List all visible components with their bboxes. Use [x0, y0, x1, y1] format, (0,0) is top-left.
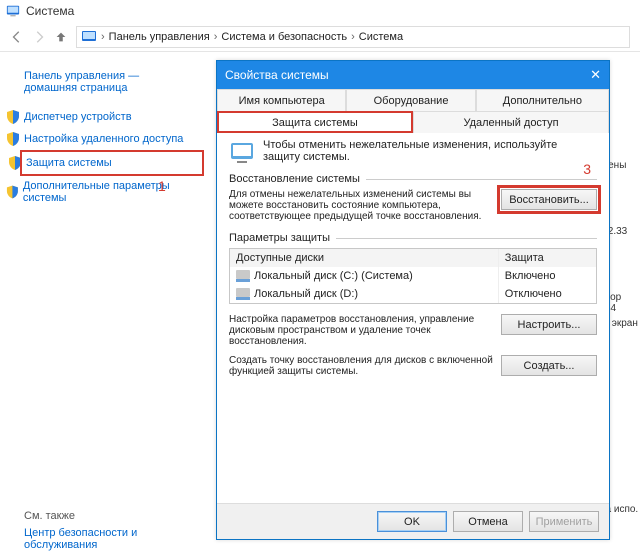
ok-button[interactable]: OK	[377, 511, 447, 532]
dialog-title: Свойства системы	[225, 68, 329, 82]
forward-button[interactable]	[28, 26, 50, 48]
table-header-protection: Защита	[499, 249, 596, 267]
shield-icon	[6, 185, 19, 199]
shield-icon	[8, 156, 22, 170]
see-also-heading: См. также	[24, 510, 75, 522]
up-button[interactable]	[50, 26, 72, 48]
shield-icon	[6, 110, 20, 124]
shield-icon	[6, 132, 20, 146]
intro-text: Чтобы отменить нежелательные изменения, …	[263, 139, 597, 165]
table-row[interactable]: Локальный диск (D:) Отключено	[230, 285, 596, 303]
sidebar-item-system-protection[interactable]: Защита системы	[24, 154, 200, 172]
nav-bar: › Панель управления › Система и безопасн…	[0, 22, 640, 52]
window-title: Система	[26, 4, 74, 18]
group-params-title: Параметры защиты	[229, 232, 336, 244]
chevron-right-icon: ›	[101, 31, 105, 43]
protection-icon	[229, 139, 255, 165]
configure-text: Настройка параметров восстановления, упр…	[229, 314, 493, 347]
apply-button[interactable]: Применить	[529, 511, 599, 532]
annotation-3: 3	[583, 161, 591, 177]
sidebar-item-remote[interactable]: Настройка удаленного доступа	[24, 132, 200, 146]
cancel-button[interactable]: Отмена	[453, 511, 523, 532]
sidebar-item-advanced[interactable]: Дополнительные параметры системы	[24, 180, 200, 204]
configure-button[interactable]: Настроить...	[501, 314, 597, 335]
breadcrumb-seg[interactable]: Панель управления	[109, 31, 210, 43]
tab-hardware[interactable]: Оборудование	[346, 89, 475, 111]
breadcrumb-seg[interactable]: Система	[359, 31, 403, 43]
back-button[interactable]	[6, 26, 28, 48]
disk-icon	[236, 270, 250, 282]
disk-icon	[236, 288, 250, 300]
table-row[interactable]: Локальный диск (C:) (Система) Включено	[230, 267, 596, 285]
sidebar-item-label: Дополнительные параметры системы	[23, 180, 200, 204]
sidebar-item-device-manager[interactable]: Диспетчер устройств	[24, 110, 200, 124]
disk-state: Включено	[499, 267, 596, 285]
disk-name: Локальный диск (D:)	[254, 288, 358, 300]
tab-strip: Имя компьютера Оборудование Дополнительн…	[217, 89, 609, 133]
system-icon	[6, 4, 20, 18]
create-text: Создать точку восстановления для дисков …	[229, 355, 493, 377]
tab-remote[interactable]: Удаленный доступ	[413, 111, 609, 133]
sidebar-item-label: Настройка удаленного доступа	[24, 133, 183, 145]
tab-system-protection[interactable]: Защита системы	[217, 111, 413, 133]
tab-computer-name[interactable]: Имя компьютера	[217, 89, 346, 111]
dialog-footer: OK Отмена Применить	[217, 503, 609, 539]
group-restore: Восстановление системы	[229, 173, 597, 185]
chevron-right-icon: ›	[214, 31, 218, 43]
disk-name: Локальный диск (C:) (Система)	[254, 270, 413, 282]
breadcrumb[interactable]: › Панель управления › Система и безопасн…	[76, 26, 630, 48]
group-restore-title: Восстановление системы	[229, 173, 366, 185]
dialog-titlebar[interactable]: Свойства системы ✕	[217, 61, 609, 89]
tab-advanced[interactable]: Дополнительно	[476, 89, 609, 111]
sidebar-home-link[interactable]: Панель управления — домашняя страница	[24, 70, 200, 94]
system-icon	[81, 30, 97, 44]
chevron-right-icon: ›	[351, 31, 355, 43]
annotation-1: 1	[158, 178, 166, 194]
close-icon[interactable]: ✕	[590, 67, 601, 83]
window-titlebar: Система	[0, 0, 640, 22]
sidebar-item-label: Защита системы	[26, 157, 112, 169]
disk-state: Отключено	[499, 285, 596, 303]
protection-table[interactable]: Доступные диски Защита Локальный диск (C…	[229, 248, 597, 304]
sidebar: Панель управления — домашняя страница Ди…	[0, 60, 200, 557]
sidebar-item-label: Диспетчер устройств	[24, 111, 132, 123]
restore-text: Для отмены нежелательных изменений систе…	[229, 189, 493, 222]
breadcrumb-seg[interactable]: Система и безопасность	[221, 31, 347, 43]
system-properties-dialog: Свойства системы ✕ Имя компьютера Оборуд…	[216, 60, 610, 540]
see-also-link[interactable]: Центр безопасности и обслуживания	[24, 527, 184, 551]
table-header-disks: Доступные диски	[230, 249, 499, 267]
create-button[interactable]: Создать...	[501, 355, 597, 376]
group-params: Параметры защиты	[229, 232, 597, 244]
restore-button[interactable]: Восстановить...	[501, 189, 597, 210]
